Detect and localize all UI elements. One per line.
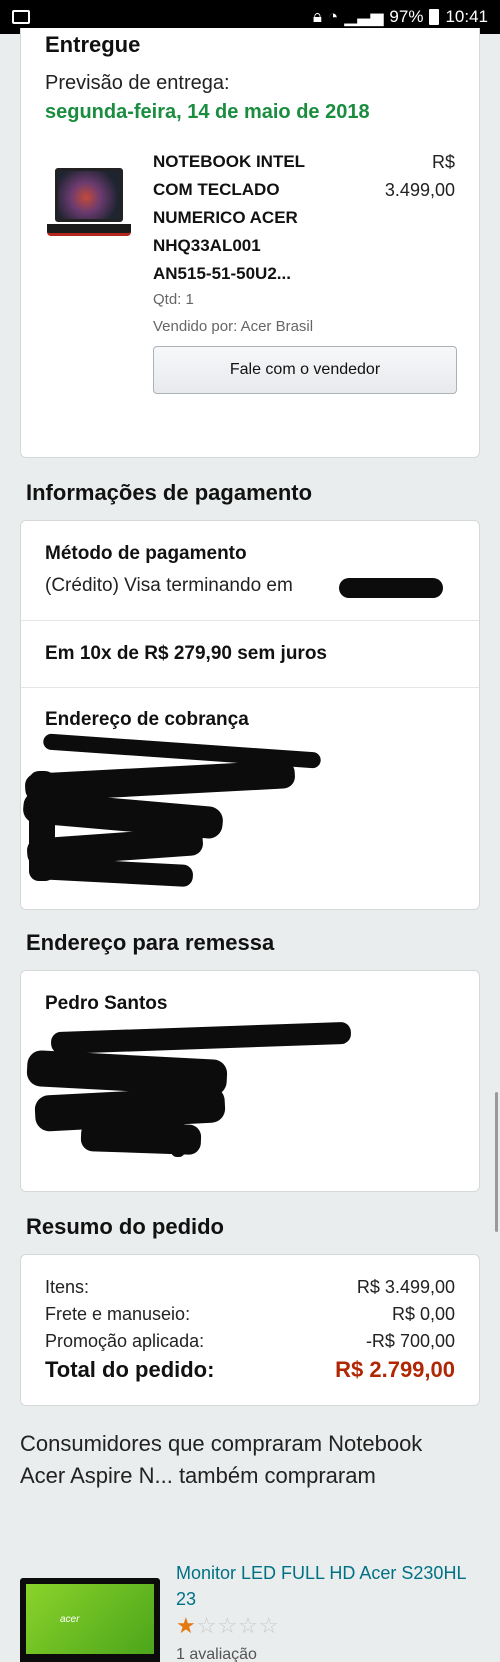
price-currency: R$: [431, 152, 455, 172]
contact-seller-button[interactable]: Fale com o vendedor: [153, 346, 457, 394]
payment-method-value: (Crédito) Visa terminando em: [45, 575, 293, 596]
battery-icon: [429, 9, 440, 25]
wifi-icon: ◔: [327, 7, 339, 26]
product-image[interactable]: [47, 168, 131, 260]
star-filled-icon: ★: [176, 1613, 197, 1638]
summary-total-label: Total do pedido:: [45, 1357, 215, 1382]
product-title-line: NHQ33AL001: [153, 236, 261, 255]
also-bought-title: Consumidores que compraram Notebook Acer…: [20, 1431, 423, 1488]
lock-icon: 🔒︎: [312, 7, 322, 26]
product-seller: Vendido por: Acer Brasil: [153, 318, 314, 335]
summary-total-value: R$ 2.799,00: [335, 1357, 455, 1382]
product-title[interactable]: NOTEBOOK INTEL COM TECLADO NUMERICO ACER…: [153, 148, 343, 288]
product-quantity: Qtd: 1: [153, 291, 194, 308]
summary-items-value: R$ 3.499,00: [356, 1277, 455, 1297]
recommended-product-image[interactable]: acer: [20, 1578, 160, 1662]
payment-card: Método de pagamento (Crédito) Visa termi…: [20, 520, 480, 910]
summary-total-row: Total do pedido: R$ 2.799,00: [45, 1357, 455, 1383]
product-price: R$ 3.499,00: [385, 148, 455, 204]
billing-address-label: Endereço de cobrança: [45, 709, 249, 730]
acer-logo: acer: [60, 1614, 80, 1625]
summary-promo-value: -R$ 700,00: [365, 1331, 455, 1351]
divider: [21, 620, 479, 621]
shipping-name: Pedro Santos: [45, 993, 168, 1014]
payment-method-label: Método de pagamento: [45, 543, 247, 564]
battery-percent: 97%: [389, 7, 424, 26]
divider: [21, 687, 479, 688]
delivery-forecast-date: segunda-feira, 14 de maio de 2018: [45, 101, 370, 123]
summary-shipping-value: R$ 0,00: [391, 1304, 455, 1324]
review-count[interactable]: 1 avaliação: [176, 1646, 257, 1662]
recommended-product-title[interactable]: Monitor LED FULL HD Acer S230HL 23: [176, 1560, 466, 1612]
summary-promo-label: Promoção aplicada:: [45, 1331, 205, 1351]
summary-section-title: Resumo do pedido: [26, 1214, 224, 1239]
delivery-card: Entregue Previsão de entrega: segunda-fe…: [20, 28, 480, 458]
price-value: 3.499,00: [384, 180, 455, 200]
clock: 10:41: [445, 7, 488, 26]
shipping-card: Pedro Santos: [20, 970, 480, 1192]
summary-items-label: Itens:: [45, 1277, 90, 1297]
signal-icon: ▁▃▅: [344, 7, 384, 26]
product-title-line: AN515-51-50U2...: [153, 264, 291, 283]
product-title-line: NOTEBOOK INTEL: [153, 152, 306, 171]
summary-shipping-label: Frete e manuseio:: [45, 1304, 191, 1324]
summary-promo-row: Promoção aplicada: -R$ 700,00: [45, 1331, 455, 1352]
installments-text: Em 10x de R$ 279,90 sem juros: [45, 643, 327, 664]
delivery-status: Entregue: [45, 32, 141, 57]
shipping-section-title: Endereço para remessa: [26, 930, 275, 955]
product-title-line: COM TECLADO: [153, 180, 280, 199]
star-empty-icon: ☆☆☆☆: [196, 1613, 280, 1638]
scrollbar[interactable]: [495, 1092, 498, 1232]
payment-section-title: Informações de pagamento: [26, 480, 313, 505]
summary-shipping-row: Frete e manuseio: R$ 0,00: [45, 1304, 455, 1325]
rating-stars: ★☆☆☆☆: [176, 1613, 280, 1639]
summary-card: Itens: R$ 3.499,00 Frete e manuseio: R$ …: [20, 1254, 480, 1406]
summary-items-row: Itens: R$ 3.499,00: [45, 1277, 455, 1298]
redacted-card-digits: [339, 578, 443, 598]
delivery-forecast-label: Previsão de entrega:: [45, 72, 230, 94]
image-notification-icon: [12, 10, 30, 24]
product-title-line: NUMERICO ACER: [153, 208, 298, 227]
